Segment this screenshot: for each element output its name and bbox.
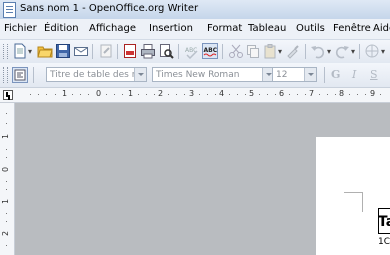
menu-outils[interactable]: Outils <box>296 23 325 34</box>
menu-insertion[interactable]: Insertion <box>149 23 193 34</box>
font-size-value: 12 <box>276 70 288 80</box>
menu-bar: Fichier Édition Affichage Insertion Form… <box>0 19 390 40</box>
chevron-down-icon[interactable] <box>134 68 146 81</box>
svg-text:ABC: ABC <box>204 47 218 54</box>
underline-button[interactable]: S <box>370 68 378 81</box>
ruler-mark: 2 <box>158 89 164 98</box>
menu-aide[interactable]: Aide <box>373 23 390 34</box>
open-folder-icon[interactable] <box>37 43 53 59</box>
toolbar-separator <box>33 67 34 83</box>
horizontal-ruler: 1 0 1 2 3 4 5 6 7 8 9 <box>0 88 390 103</box>
text-boundary-mark <box>362 192 363 212</box>
toolbar-separator <box>178 44 179 59</box>
ruler-mark: 0 <box>96 89 102 98</box>
writer-app-icon[interactable] <box>3 2 16 18</box>
spellcheck-icon[interactable]: ABC <box>184 43 200 59</box>
window-title: Sans nom 1 - OpenOffice.org Writer <box>20 3 199 14</box>
bold-button[interactable]: G <box>331 68 340 81</box>
tab-stop-selector[interactable] <box>3 90 13 100</box>
menu-fenetre[interactable]: Fenêtre <box>333 23 371 34</box>
text-boundary-mark <box>344 192 362 193</box>
font-name-combo[interactable]: Times New Roman <box>152 67 275 82</box>
more-dropdown-icon[interactable]: ▾ <box>381 47 385 56</box>
vertical-ruler: 1 0 1 2 <box>0 103 15 255</box>
toolbar-separator <box>305 44 306 59</box>
formatting-toolbar: Titre de table des mat Times New Roman 1… <box>0 63 390 88</box>
chevron-down-icon[interactable] <box>304 68 316 81</box>
ruler-mark: 6 <box>279 89 285 98</box>
ruler-mark: 1 <box>62 89 68 98</box>
title-bar: Sans nom 1 - OpenOffice.org Writer <box>0 0 390 19</box>
ruler-mark: 4 <box>219 89 225 98</box>
ruler-mark: 8 <box>339 89 345 98</box>
ruler-mark: 1 <box>1 198 11 205</box>
menu-edition[interactable]: Édition <box>44 23 79 34</box>
menu-format[interactable]: Format <box>207 23 242 34</box>
undo-icon[interactable] <box>310 43 326 59</box>
redo-dropdown-icon[interactable]: ▾ <box>351 47 355 56</box>
toolbar-separator <box>92 44 93 59</box>
toolbar-grip[interactable] <box>3 67 8 83</box>
undo-dropdown-icon[interactable]: ▾ <box>327 47 331 56</box>
hyperlink-icon[interactable] <box>364 43 380 59</box>
paste-dropdown-icon[interactable]: ▾ <box>278 47 282 56</box>
toolbar-separator <box>359 44 360 59</box>
ruler-mark: 7 <box>309 89 315 98</box>
ruler-mark: 1 <box>1 133 11 140</box>
italic-button[interactable]: I <box>352 68 356 81</box>
edit-file-icon[interactable] <box>98 43 114 59</box>
ruler-mark: 0 <box>1 166 11 173</box>
menu-fichier[interactable]: Fichier <box>4 23 37 34</box>
menu-tableau[interactable]: Tableau <box>248 23 286 34</box>
standard-toolbar: ▾ ABC ABC ▾ ▾ ▾ ▾ <box>0 40 390 64</box>
menu-affichage[interactable]: Affichage <box>89 23 136 34</box>
export-pdf-icon[interactable] <box>122 43 138 59</box>
paragraph-style-value: Titre de table des mat <box>50 70 147 80</box>
toolbar-separator <box>324 67 325 83</box>
clone-formatting-icon[interactable] <box>285 43 301 59</box>
paragraph-style-combo[interactable]: Titre de table des mat <box>46 67 147 82</box>
table-heading-text[interactable]: Ta <box>378 214 390 230</box>
autospellcheck-icon[interactable]: ABC <box>202 43 218 59</box>
toolbar-separator <box>222 44 223 59</box>
redo-icon[interactable] <box>334 43 350 59</box>
ruler-mark: 2 <box>1 230 11 237</box>
toolbar-separator <box>117 44 118 59</box>
new-document-icon[interactable] <box>12 43 28 59</box>
table-cell-text[interactable]: 1C <box>378 237 390 247</box>
email-icon[interactable] <box>73 43 89 59</box>
new-dropdown-icon[interactable]: ▾ <box>28 47 32 56</box>
copy-icon[interactable] <box>245 43 261 59</box>
ruler-mark: 9 <box>370 89 376 98</box>
cut-icon[interactable] <box>228 43 244 59</box>
ruler-mark: 1 <box>128 89 134 98</box>
ruler-mark: 5 <box>249 89 255 98</box>
paste-icon[interactable] <box>262 43 278 59</box>
styles-formatting-icon[interactable] <box>12 67 28 83</box>
print-icon[interactable] <box>140 43 156 59</box>
font-size-combo[interactable]: 12 <box>272 67 317 82</box>
ruler-mark: 3 <box>189 89 195 98</box>
font-name-value: Times New Roman <box>156 70 240 80</box>
save-icon[interactable] <box>55 43 71 59</box>
print-preview-icon[interactable] <box>158 43 174 59</box>
toolbar-grip[interactable] <box>3 44 8 59</box>
